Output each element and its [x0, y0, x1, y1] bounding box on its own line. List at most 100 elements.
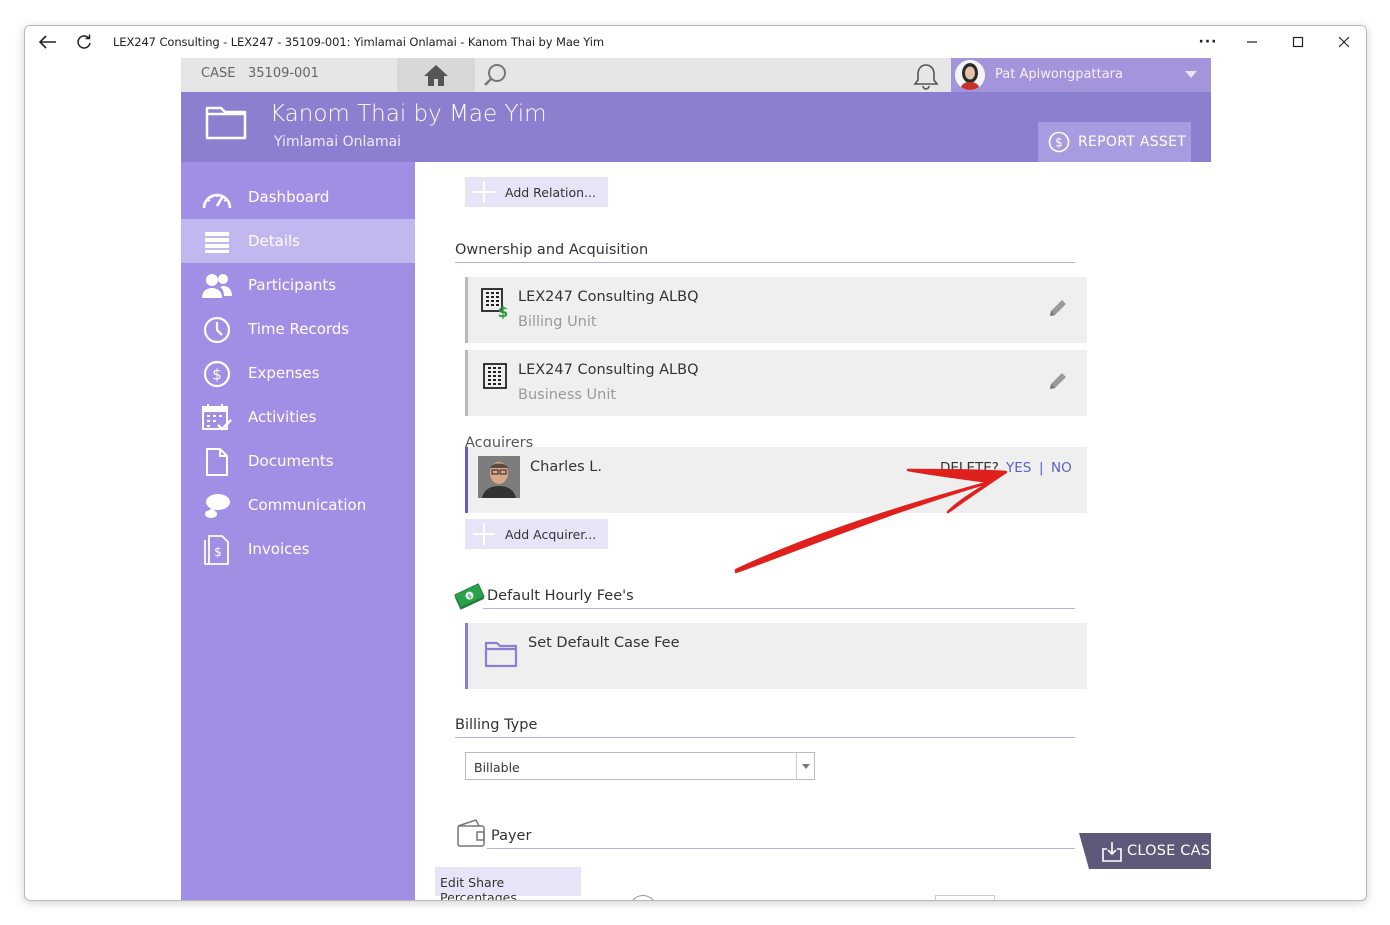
- add-relation-label: Add Relation...: [505, 184, 596, 200]
- home-icon: [424, 65, 448, 86]
- sidebar-item-communication[interactable]: Communication: [181, 483, 415, 527]
- delete-no-link[interactable]: NO: [1051, 460, 1072, 476]
- delete-yes-link[interactable]: YES: [1006, 460, 1031, 476]
- people-icon: [201, 272, 233, 300]
- page-title: Kanom Thai by Mae Yim: [270, 101, 547, 127]
- ownership-section-title: Ownership and Acquisition: [455, 242, 649, 258]
- invoice-icon: $: [201, 535, 233, 565]
- title-bar: LEX247 Consulting - LEX247 - 35109-001: …: [25, 26, 1366, 58]
- billing-unit-subtitle: Billing Unit: [518, 314, 597, 330]
- add-relation-button[interactable]: Add Relation...: [465, 177, 608, 207]
- sidebar-item-label: Dashboard: [248, 188, 330, 206]
- sidebar-item-expenses[interactable]: $ Expenses: [181, 351, 415, 395]
- window-title: LEX247 Consulting - LEX247 - 35109-001: …: [113, 35, 605, 49]
- user-avatar: [955, 60, 985, 90]
- sidebar-item-label: Communication: [248, 496, 367, 514]
- user-menu[interactable]: Pat Apiwongpattara: [951, 58, 1211, 92]
- notifications-bell-icon[interactable]: [913, 62, 943, 90]
- plus-icon: [471, 521, 497, 547]
- app-content: CASE 35109-001 Pat Apiwongpattara Kanom …: [181, 58, 1211, 900]
- close-case-button[interactable]: CLOSE CASE: [1079, 833, 1211, 869]
- business-unit-title: LEX247 Consulting ALBQ: [518, 362, 699, 378]
- download-box-icon: [1102, 842, 1122, 862]
- billing-type-select[interactable]: Billable: [465, 752, 815, 780]
- payer-section-title: Payer: [491, 828, 532, 844]
- money-icon: $: [454, 583, 485, 610]
- list-icon: [201, 228, 233, 256]
- close-case-label: CLOSE CASE: [1127, 843, 1211, 859]
- folder-icon: [484, 641, 518, 668]
- close-window-button[interactable]: [1321, 26, 1366, 58]
- partial-input[interactable]: [935, 895, 995, 900]
- billing-type-value: Billable: [474, 760, 520, 775]
- sidebar-item-label: Participants: [248, 276, 337, 294]
- add-acquirer-label: Add Acquirer...: [505, 526, 597, 542]
- home-button[interactable]: [397, 58, 475, 92]
- dollar-circle-icon: $: [1048, 131, 1070, 153]
- sidebar-item-participants[interactable]: Participants: [181, 263, 415, 307]
- partial-circle-icon: [629, 895, 657, 900]
- add-acquirer-button[interactable]: Add Acquirer...: [465, 519, 609, 549]
- svg-text:$: $: [1055, 136, 1063, 150]
- dropdown-arrow-icon: [796, 753, 814, 779]
- chat-bubbles-icon: [201, 492, 233, 520]
- page-subtitle: Yimlamai Onlamai: [274, 134, 402, 150]
- set-default-fee-label: Set Default Case Fee: [528, 635, 680, 651]
- set-default-fee-card[interactable]: Set Default Case Fee: [465, 623, 1087, 689]
- sidebar-item-label: Invoices: [248, 540, 310, 558]
- edit-share-label: Edit Share Percentages: [440, 875, 517, 901]
- case-label: CASE: [201, 66, 236, 81]
- app-window: LEX247 Consulting - LEX247 - 35109-001: …: [24, 25, 1367, 901]
- search-button[interactable]: [477, 58, 513, 92]
- section-divider: [455, 737, 1075, 738]
- default-fee-section-title: Default Hourly Fee's: [487, 588, 634, 604]
- top-bar: CASE 35109-001 Pat Apiwongpattara: [181, 58, 1211, 92]
- pencil-edit-icon[interactable]: [1047, 297, 1069, 319]
- billing-unit-title: LEX247 Consulting ALBQ: [518, 289, 699, 305]
- document-icon: [201, 448, 233, 476]
- edit-share-percentages-button[interactable]: Edit Share Percentages: [435, 867, 581, 900]
- sidebar-item-invoices[interactable]: $ Invoices: [181, 527, 415, 571]
- acquirer-name: Charles L.: [530, 459, 602, 475]
- pencil-edit-icon[interactable]: [1047, 370, 1069, 392]
- sidebar-item-details[interactable]: Details: [181, 219, 415, 263]
- calendar-check-icon: [201, 404, 233, 432]
- details-panel: Add Relation... Ownership and Acquisitio…: [415, 162, 1211, 900]
- sidebar-item-label: Documents: [248, 452, 334, 470]
- case-number: 35109-001: [248, 66, 319, 81]
- minimize-button[interactable]: [1229, 26, 1275, 58]
- business-unit-subtitle: Business Unit: [518, 387, 617, 403]
- acquirer-card[interactable]: Charles L. DELETE? YES | NO: [465, 447, 1087, 513]
- wallet-icon: [457, 819, 485, 847]
- acquirer-photo: [478, 456, 520, 498]
- delete-prompt: DELETE?: [940, 460, 999, 476]
- svg-text:$: $: [214, 545, 222, 559]
- sidebar-item-time-records[interactable]: Time Records: [181, 307, 415, 351]
- sidebar-item-label: Expenses: [248, 364, 320, 382]
- sidebar-item-documents[interactable]: Documents: [181, 439, 415, 483]
- svg-text:$: $: [212, 366, 222, 384]
- building-icon: [483, 363, 507, 389]
- business-unit-card[interactable]: LEX247 Consulting ALBQ Business Unit: [465, 350, 1087, 416]
- sidebar-item-label: Details: [248, 232, 301, 250]
- gauge-icon: [201, 184, 233, 212]
- dollar-circle-icon: $: [201, 360, 233, 388]
- refresh-icon[interactable]: [61, 26, 107, 58]
- report-asset-button[interactable]: $ REPORT ASSET: [1038, 122, 1191, 162]
- sidebar-item-activities[interactable]: Activities: [181, 395, 415, 439]
- sidebar-item-dashboard[interactable]: Dashboard: [181, 175, 415, 219]
- folder-icon: [205, 106, 247, 140]
- billing-unit-card[interactable]: $ LEX247 Consulting ALBQ Billing Unit: [465, 277, 1087, 343]
- user-name: Pat Apiwongpattara: [995, 67, 1123, 82]
- clock-icon: [201, 316, 233, 344]
- delete-separator: |: [1039, 460, 1044, 476]
- building-dollar-icon: $: [481, 288, 508, 319]
- sidebar-item-label: Activities: [248, 408, 317, 426]
- maximize-button[interactable]: [1275, 26, 1321, 58]
- svg-text:$: $: [498, 303, 508, 319]
- more-options-button[interactable]: ···: [1185, 26, 1231, 58]
- sidebar: Dashboard Details Participants Time Reco…: [181, 162, 415, 900]
- search-icon: [484, 64, 506, 86]
- section-divider: [483, 608, 1075, 609]
- report-asset-label: REPORT ASSET: [1078, 134, 1187, 150]
